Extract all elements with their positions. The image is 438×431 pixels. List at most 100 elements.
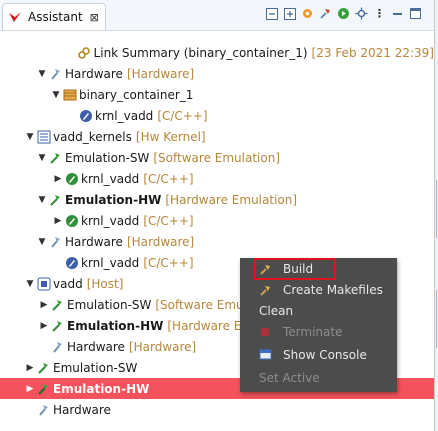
- emulation-build-icon: [36, 381, 51, 396]
- maximize-icon[interactable]: [409, 7, 422, 20]
- menu-item-label: Terminate: [283, 325, 343, 339]
- collapsed-arrow-icon[interactable]: ▶: [52, 215, 64, 227]
- menu-item-label: Create Makefiles: [283, 283, 383, 297]
- tree-item-label: Emulation-HW: [53, 381, 150, 396]
- menu-item-create-makefiles[interactable]: Create Makefiles: [240, 280, 397, 300]
- tree-item-label: krnl_vadd: [81, 213, 140, 228]
- collapsed-arrow-icon[interactable]: ▶: [52, 173, 64, 185]
- tree-item-label: Emulation-HW: [65, 192, 162, 207]
- view-toolbar: ⋮: [265, 7, 422, 20]
- emulation-build-icon: [50, 297, 65, 312]
- tree-item-vadd-kernels[interactable]: ▼ vadd_kernels [Hw Kernel]: [0, 126, 434, 147]
- menu-item-set-active: Set Active: [240, 368, 397, 388]
- menu-item-label: Clean: [259, 304, 294, 318]
- tree-item-hardware[interactable]: Hardware: [0, 399, 434, 420]
- expanded-arrow-icon[interactable]: ▼: [24, 131, 36, 143]
- xilinx-logo-icon: [7, 10, 22, 25]
- kernel-icon: [64, 255, 79, 270]
- tree-item-label: Emulation-SW: [65, 150, 150, 165]
- hardware-build-icon: [50, 339, 65, 354]
- collapsed-arrow-icon[interactable]: ▶: [24, 362, 36, 374]
- tree-item-label: vadd_kernels: [53, 129, 132, 144]
- tree-item-decoration: [Hw Kernel]: [135, 129, 206, 144]
- tree-item-decoration: [23 Feb 2021 22:39]: [311, 45, 434, 60]
- hardware-build-icon: [48, 234, 63, 249]
- collapse-all-icon[interactable]: [265, 7, 278, 20]
- tree-item-link-summary[interactable]: Link Summary (binary_container_1) [23 Fe…: [0, 42, 434, 63]
- tree-item-label: Hardware: [65, 234, 123, 249]
- hardware-build-icon: [36, 402, 51, 417]
- tree-item-decoration: [Software Emul: [155, 297, 247, 312]
- tree-item-krnl-vadd[interactable]: krnl_vadd [C/C++]: [0, 105, 434, 126]
- tree-item-krnl-vadd[interactable]: ▶ krnl_vadd [C/C++]: [0, 210, 434, 231]
- tree-item-emulation-hw[interactable]: ▼ Emulation-HW [Hardware Emulation]: [0, 189, 434, 210]
- build-hammer-icon[interactable]: [319, 7, 332, 20]
- tree-item-decoration: [Hardware]: [126, 234, 195, 249]
- tree-item-label: krnl_vadd: [81, 171, 140, 186]
- tree-item-krnl-vadd[interactable]: ▶ krnl_vadd [C/C++]: [0, 168, 434, 189]
- tree-item-label: Link Summary (binary_container_1): [93, 45, 308, 60]
- view-title-bar: Assistant ⊠ ⋮: [0, 0, 434, 31]
- collapsed-arrow-icon[interactable]: ▶: [38, 299, 50, 311]
- tree-item-hardware[interactable]: ▼ Hardware [Hardware]: [0, 63, 434, 84]
- right-panel-border: [436, 180, 437, 238]
- menu-item-clean[interactable]: Clean: [240, 301, 397, 321]
- tree-item-decoration: [C/C++]: [143, 255, 194, 270]
- tree-item-emulation-sw[interactable]: ▼ Emulation-SW [Software Emulation]: [0, 147, 434, 168]
- terminate-icon: [258, 325, 272, 339]
- menu-item-terminate: Terminate: [240, 322, 397, 342]
- tree-item-label: Emulation-SW: [67, 297, 152, 312]
- host-project-icon: [36, 276, 51, 291]
- expanded-arrow-icon[interactable]: ▼: [36, 194, 48, 206]
- kernel-icon: [64, 213, 79, 228]
- show-console-icon: [258, 348, 272, 362]
- collapsed-arrow-icon[interactable]: ▶: [24, 383, 36, 395]
- expanded-arrow-icon[interactable]: ▼: [36, 236, 48, 248]
- tree-item-decoration: [C/C++]: [143, 213, 194, 228]
- emulation-build-icon: [36, 360, 51, 375]
- tree-item-hardware[interactable]: ▼ Hardware [Hardware]: [0, 231, 434, 252]
- kernel-icon: [78, 108, 93, 123]
- assistant-tab[interactable]: Assistant ⊠: [2, 3, 106, 30]
- emulation-build-icon: [48, 150, 63, 165]
- expand-all-icon[interactable]: [283, 7, 296, 20]
- binary-container-icon: [62, 87, 77, 102]
- collapsed-arrow-icon[interactable]: ▶: [38, 320, 50, 332]
- emulation-build-icon: [50, 318, 65, 333]
- tree-item-label: krnl_vadd: [95, 108, 154, 123]
- tree-item-decoration: [Hardware]: [128, 339, 197, 354]
- menu-item-label: Show Console: [283, 348, 367, 362]
- tree-item-decoration: [Software Emulation]: [153, 150, 281, 165]
- expanded-arrow-icon[interactable]: ▼: [50, 89, 62, 101]
- tree-item-decoration: [Hardware Emulation]: [165, 192, 298, 207]
- clipped-row-fragment: [80, 32, 83, 38]
- right-panel-border: [436, 290, 437, 348]
- create-makefiles-icon: [258, 283, 272, 297]
- tab-title: Assistant: [28, 10, 83, 24]
- tree-item-label: binary_container_1: [79, 87, 194, 102]
- tree-item-label: krnl_vadd: [81, 255, 140, 270]
- run-icon[interactable]: [337, 7, 350, 20]
- menu-item-show-console[interactable]: Show Console: [240, 345, 397, 365]
- tree-item-decoration: [Host]: [86, 276, 124, 291]
- debug-settings-icon[interactable]: [355, 7, 368, 20]
- tree-item-label: Emulation-SW: [53, 360, 138, 375]
- hardware-build-icon: [48, 66, 63, 81]
- tree-item-decoration: [C/C++]: [143, 171, 194, 186]
- link-summary-icon: [77, 45, 92, 60]
- view-menu-icon[interactable]: ⋮: [373, 7, 386, 20]
- tree-item-decoration: [C/C++]: [157, 108, 208, 123]
- minimize-icon[interactable]: [391, 7, 404, 20]
- expanded-arrow-icon[interactable]: ▼: [24, 278, 36, 290]
- close-tab-icon[interactable]: ⊠: [90, 11, 99, 24]
- expanded-arrow-icon[interactable]: ▼: [36, 68, 48, 80]
- expanded-arrow-icon[interactable]: ▼: [36, 152, 48, 164]
- tree-item-label: Hardware: [53, 402, 111, 417]
- settings-gear-icon[interactable]: [301, 7, 314, 20]
- tree-item-label: vadd: [53, 276, 83, 291]
- menu-item-label: Set Active: [259, 371, 320, 385]
- hw-kernel-project-icon: [36, 129, 51, 144]
- tree-item-binary-container[interactable]: ▼ binary_container_1: [0, 84, 434, 105]
- tree-item-decoration: [Hardware Er: [167, 318, 247, 333]
- tree-item-label: Hardware: [67, 339, 125, 354]
